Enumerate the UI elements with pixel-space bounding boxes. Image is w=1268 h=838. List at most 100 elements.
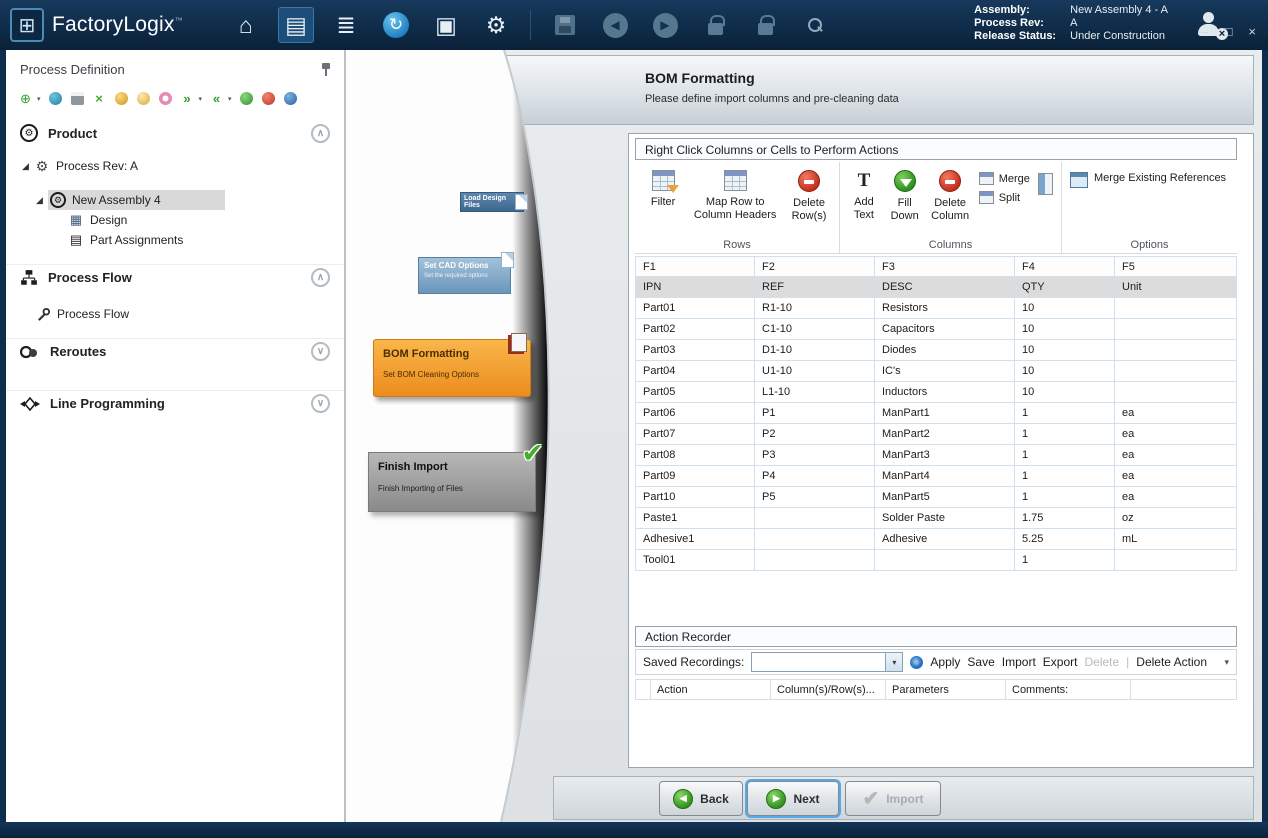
step-set-cad-options[interactable]: Set CAD Options Set the required options bbox=[418, 257, 511, 294]
column-header[interactable]: F3 bbox=[875, 256, 1015, 277]
column-header[interactable]: Parameters bbox=[886, 679, 1006, 700]
grid-cell[interactable]: Adhesive1 bbox=[635, 529, 755, 550]
import-caret-icon[interactable]: ▾ bbox=[228, 95, 232, 103]
grid-cell[interactable]: ManPart3 bbox=[875, 445, 1015, 466]
column-header[interactable]: F2 bbox=[755, 256, 875, 277]
grid-cell[interactable]: 1.75 bbox=[1015, 508, 1115, 529]
grid-cell[interactable]: IPN bbox=[635, 277, 755, 298]
grid-cell[interactable]: 10 bbox=[1015, 298, 1115, 319]
grid-cell[interactable]: ea bbox=[1115, 403, 1237, 424]
grid-cell[interactable] bbox=[1115, 319, 1237, 340]
grid-cell[interactable]: D1-10 bbox=[755, 340, 875, 361]
maximize-button[interactable]: □ bbox=[1225, 24, 1233, 39]
grid-cell[interactable]: REF bbox=[755, 277, 875, 298]
grid-cell[interactable]: Part09 bbox=[635, 466, 755, 487]
delete-column-button[interactable]: Delete Column bbox=[930, 170, 971, 222]
grid-cell[interactable]: Paste1 bbox=[635, 508, 755, 529]
grid-cell[interactable]: Part07 bbox=[635, 424, 755, 445]
section-label-line-programming[interactable]: Line Programming bbox=[50, 396, 165, 411]
close-green-icon[interactable]: × bbox=[92, 91, 107, 106]
export-recording-button[interactable]: Export bbox=[1043, 655, 1078, 669]
grid-cell[interactable]: Part03 bbox=[635, 340, 755, 361]
add-text-button[interactable]: T Add Text bbox=[848, 170, 880, 221]
close-button[interactable]: × bbox=[1248, 24, 1256, 39]
grid-cell[interactable]: ea bbox=[1115, 487, 1237, 508]
grid-cell[interactable] bbox=[755, 550, 875, 571]
insert-column-icon[interactable] bbox=[1038, 173, 1053, 195]
process-definition-icon[interactable]: ▤ bbox=[278, 7, 314, 43]
import-dropdown-icon[interactable]: « bbox=[209, 91, 224, 106]
grid-cell[interactable]: 10 bbox=[1015, 319, 1115, 340]
saved-recordings-select[interactable]: ▾ bbox=[751, 652, 903, 672]
grid-cell[interactable]: IC's bbox=[875, 361, 1015, 382]
split-button[interactable]: Split bbox=[979, 191, 1030, 204]
grid-cell[interactable]: P2 bbox=[755, 424, 875, 445]
grid-cell[interactable]: P5 bbox=[755, 487, 875, 508]
info-icon[interactable] bbox=[283, 91, 298, 106]
grid-cell[interactable]: Unit bbox=[1115, 277, 1237, 298]
remove-icon[interactable] bbox=[261, 91, 276, 106]
column-header[interactable]: Column(s)/Row(s)... bbox=[771, 679, 886, 700]
expand-line-programming-icon[interactable]: ∨ bbox=[311, 394, 330, 413]
delete-action-button[interactable]: Delete Action bbox=[1136, 655, 1207, 669]
add-dropdown-icon[interactable]: ⊕ bbox=[18, 91, 33, 106]
merge-existing-button[interactable]: Merge Existing References bbox=[1070, 172, 1226, 188]
grid-cell[interactable]: Adhesive bbox=[875, 529, 1015, 550]
grid-cell[interactable]: 10 bbox=[1015, 382, 1115, 403]
filter-button[interactable]: Filter bbox=[643, 170, 683, 209]
expand-reroutes-icon[interactable]: ∨ bbox=[311, 342, 330, 361]
save-icon[interactable] bbox=[547, 7, 583, 43]
expander-icon[interactable]: ◢ bbox=[36, 195, 48, 206]
grid-cell[interactable]: ea bbox=[1115, 424, 1237, 445]
grid-cell[interactable] bbox=[1115, 298, 1237, 319]
step-finish-import[interactable]: Finish Import Finish Importing of Files … bbox=[368, 452, 536, 512]
web-icon[interactable] bbox=[239, 91, 254, 106]
grid-cell[interactable] bbox=[1115, 550, 1237, 571]
apply-label[interactable]: Apply bbox=[930, 655, 960, 669]
documents-icon[interactable]: ▣ bbox=[428, 7, 464, 43]
grid-cell[interactable]: R1-10 bbox=[755, 298, 875, 319]
data-library-icon[interactable]: ≣ bbox=[328, 7, 364, 43]
step-load-design-files[interactable]: Load Design Files bbox=[460, 192, 524, 212]
grid-cell[interactable]: 1 bbox=[1015, 487, 1115, 508]
grid-cell[interactable] bbox=[1115, 382, 1237, 403]
grid-cell[interactable]: ManPart1 bbox=[875, 403, 1015, 424]
grid-cell[interactable]: U1-10 bbox=[755, 361, 875, 382]
home-icon[interactable]: ⌂ bbox=[228, 7, 264, 43]
grid-cell[interactable]: Inductors bbox=[875, 382, 1015, 403]
collapse-process-flow-icon[interactable]: ∧ bbox=[311, 268, 330, 287]
grid-cell[interactable]: 1 bbox=[1015, 403, 1115, 424]
grid-cell[interactable]: Part06 bbox=[635, 403, 755, 424]
column-header[interactable]: F1 bbox=[635, 256, 755, 277]
grid-cell[interactable]: 5.25 bbox=[1015, 529, 1115, 550]
next-button[interactable]: ▶ Next bbox=[747, 781, 839, 816]
apply-radio[interactable] bbox=[910, 656, 923, 669]
grid-cell[interactable]: P3 bbox=[755, 445, 875, 466]
hierarchy-search-icon[interactable] bbox=[797, 7, 833, 43]
grid-cell[interactable]: Part01 bbox=[635, 298, 755, 319]
grid-cell[interactable]: DESC bbox=[875, 277, 1015, 298]
grid-cell[interactable]: Tool01 bbox=[635, 550, 755, 571]
tree-item-new-assembly[interactable]: ◢ ⚙ New Assembly 4 bbox=[6, 190, 344, 210]
grid-cell[interactable]: mL bbox=[1115, 529, 1237, 550]
grid-cell[interactable] bbox=[875, 550, 1015, 571]
forward-nav-icon[interactable]: ▶ bbox=[647, 7, 683, 43]
grid-cell[interactable]: ea bbox=[1115, 445, 1237, 466]
map-row-button[interactable]: Map Row to Column Headers bbox=[691, 170, 779, 221]
grid-cell[interactable] bbox=[755, 508, 875, 529]
settings-gear-icon[interactable]: ⚙ bbox=[478, 7, 514, 43]
tree-item-process-flow[interactable]: Process Flow bbox=[6, 304, 344, 324]
column-header[interactable] bbox=[1131, 679, 1237, 700]
lamp-icon[interactable] bbox=[136, 91, 151, 106]
column-header[interactable]: Comments: bbox=[1006, 679, 1131, 700]
key-icon[interactable] bbox=[114, 91, 129, 106]
grid-cell[interactable]: Part04 bbox=[635, 361, 755, 382]
section-label-product[interactable]: Product bbox=[48, 126, 97, 141]
import-recording-button[interactable]: Import bbox=[1002, 655, 1036, 669]
grid-cell[interactable]: Solder Paste bbox=[875, 508, 1015, 529]
grid-cell[interactable]: Part02 bbox=[635, 319, 755, 340]
grid-cell[interactable]: ea bbox=[1115, 466, 1237, 487]
hyperlink-icon[interactable] bbox=[48, 91, 63, 106]
tree-item-design[interactable]: ▦ Design bbox=[6, 210, 344, 230]
unlock-icon[interactable] bbox=[747, 7, 783, 43]
